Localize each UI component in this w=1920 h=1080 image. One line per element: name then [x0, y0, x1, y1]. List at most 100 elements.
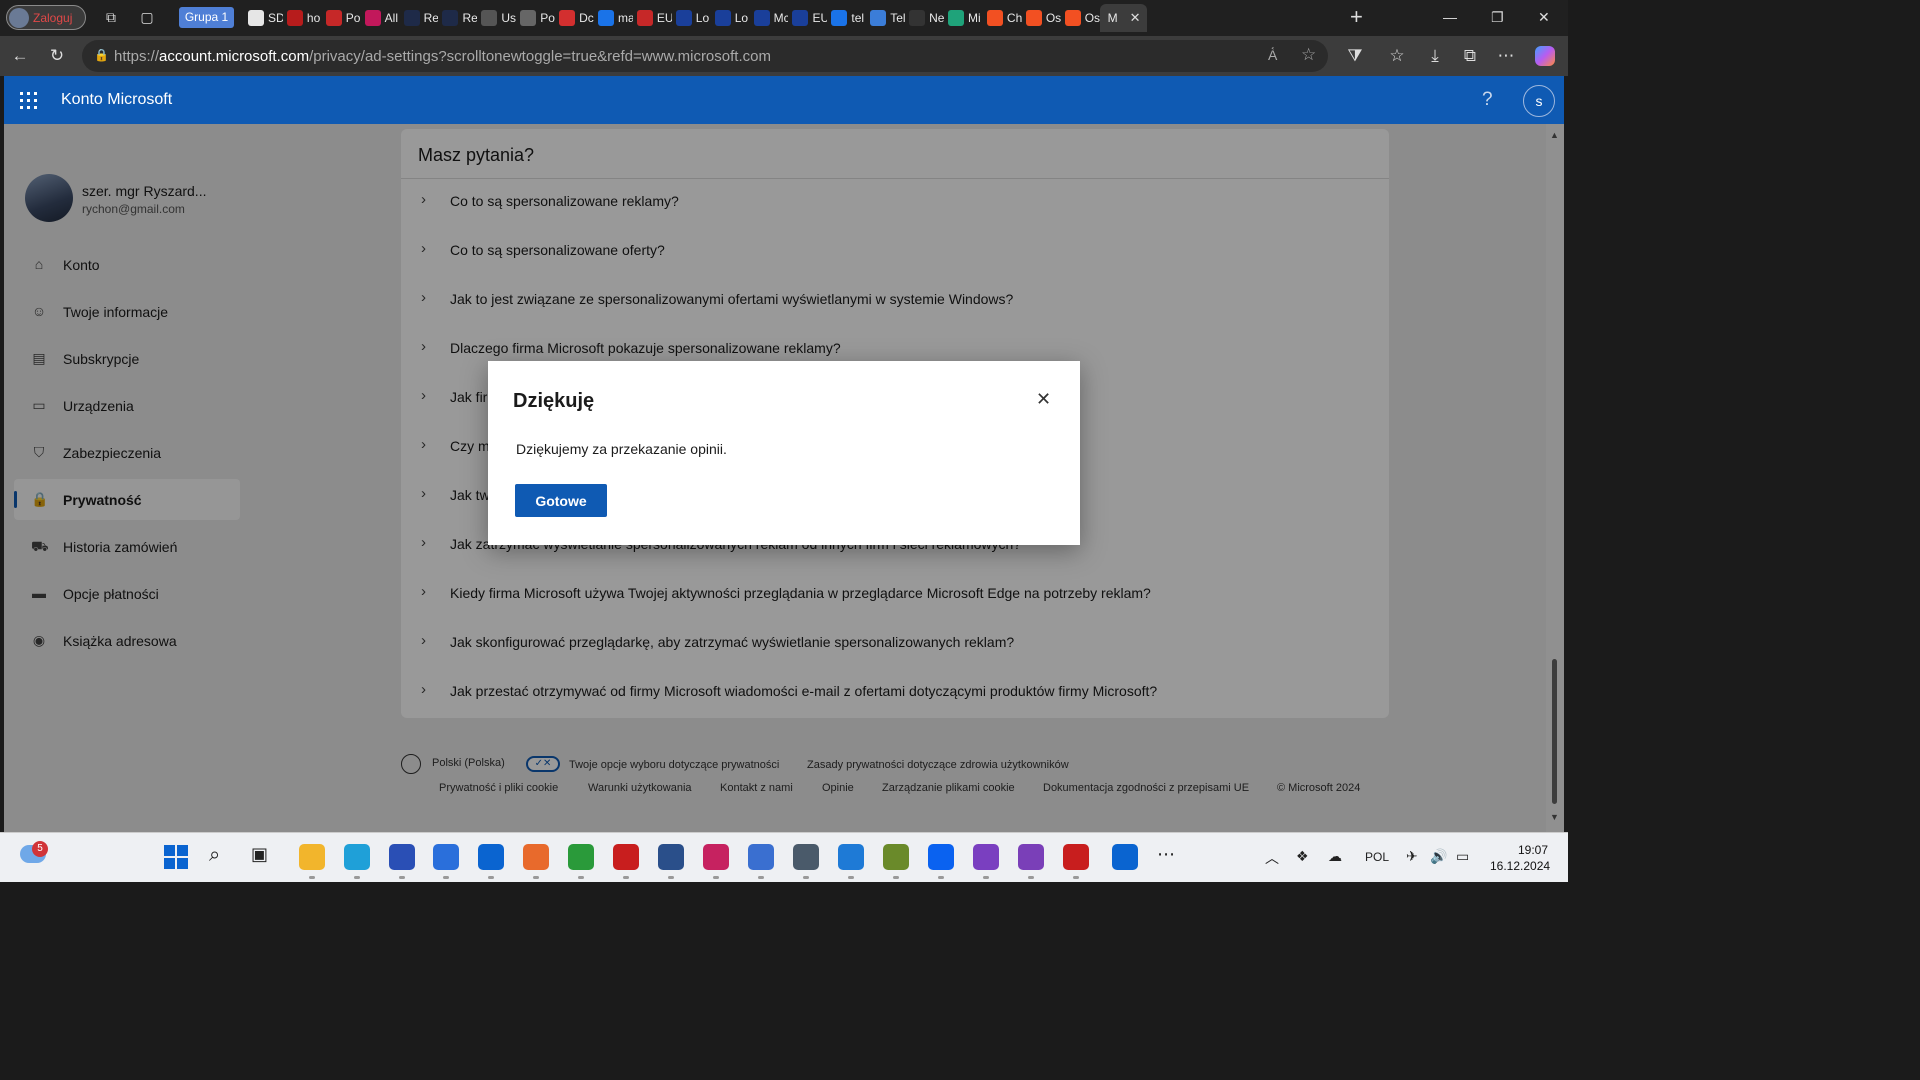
close-icon[interactable]: ✕: [1036, 389, 1051, 410]
browser-tab[interactable]: Lo: [672, 4, 711, 32]
tab-title: EU: [812, 11, 828, 25]
vscode-icon[interactable]: [838, 844, 864, 879]
browser-tab[interactable]: ma: [594, 4, 633, 32]
vertical-tabs-icon[interactable]: ▢: [138, 8, 156, 26]
rad-icon[interactable]: [1063, 844, 1089, 879]
defender-icon[interactable]: [1112, 844, 1138, 870]
more-icon[interactable]: ⋯: [1157, 844, 1183, 870]
tab-favicon-icon: [792, 10, 809, 26]
store-icon[interactable]: [433, 844, 459, 879]
browser-tab[interactable]: Po: [516, 4, 555, 32]
browser-tab[interactable]: tel: [827, 4, 866, 32]
tools-app-icon[interactable]: [883, 844, 909, 879]
browser-tab[interactable]: Ch: [983, 4, 1022, 32]
browser-tab[interactable]: Dc: [555, 4, 594, 32]
edge-icon[interactable]: [344, 844, 370, 879]
outlook-icon[interactable]: [478, 844, 504, 879]
github-desktop-icon[interactable]: [1018, 844, 1044, 879]
system-clock[interactable]: 19:07 16.12.2024: [1490, 842, 1550, 874]
more-menu-icon[interactable]: ⋯: [1495, 46, 1517, 66]
app-title[interactable]: Konto Microsoft: [61, 91, 172, 109]
volume-icon[interactable]: 🔊: [1430, 848, 1447, 865]
back-icon[interactable]: ←: [9, 46, 31, 66]
downloads-icon[interactable]: ⤓: [1424, 46, 1446, 66]
browser-tab[interactable]: Mi: [944, 4, 983, 32]
extensions-icon[interactable]: ⧩: [1344, 46, 1366, 66]
show-hidden-icons-icon[interactable]: ︿: [1265, 848, 1279, 868]
url-text: https://account.microsoft.com/privacy/ad…: [114, 48, 771, 65]
browser-tab[interactable]: Os: [1022, 4, 1061, 32]
browser-tab[interactable]: ho: [283, 4, 322, 32]
onedrive-tray-icon[interactable]: ☁: [1328, 848, 1342, 865]
new-tab-button[interactable]: +: [1350, 4, 1363, 30]
browser-tab[interactable]: Re: [400, 4, 438, 32]
browser-tab[interactable]: SD: [244, 4, 283, 32]
virtualbox-icon[interactable]: [658, 844, 684, 879]
dialog-title: Dziękuję: [513, 390, 595, 412]
browser-tab[interactable]: EU: [633, 4, 672, 32]
save-app-icon[interactable]: [389, 844, 415, 879]
browser-tab[interactable]: Tel: [866, 4, 905, 32]
browser-tab[interactable]: Re: [438, 4, 477, 32]
browser-tab[interactable]: Us: [477, 4, 516, 32]
browser-tab-active[interactable]: M ✕: [1099, 4, 1147, 32]
tab-title: Dc: [579, 11, 594, 25]
network-icon[interactable]: ✈: [1406, 848, 1418, 865]
acrobat-icon[interactable]: [613, 844, 639, 879]
input-language[interactable]: POL: [1365, 850, 1389, 864]
browser-toolbar: ← ↻ 🔒 https://account.microsoft.com/priv…: [0, 36, 1568, 76]
start-icon[interactable]: [163, 844, 189, 870]
browser-tab[interactable]: EU: [788, 4, 827, 32]
tab-favicon-icon: [675, 10, 692, 26]
taskbar: 5 ⌕ ▣ ⋯ ︿ ❖ ☁ POL ✈ 🔊 ▭ 19:07 16.12.2024: [0, 832, 1568, 882]
tab-title: Ne: [929, 11, 945, 25]
favorites-icon[interactable]: ☆: [1386, 46, 1408, 66]
paint-app-icon[interactable]: [703, 844, 729, 879]
read-aloud-icon[interactable]: A᷾: [1268, 47, 1277, 63]
browser-tab[interactable]: Os: [1061, 4, 1100, 32]
app-launcher-icon[interactable]: [20, 92, 37, 109]
tab-group-label[interactable]: Grupa 1: [179, 7, 234, 28]
profile-button[interactable]: Zaloguj: [6, 5, 86, 30]
browser-tab[interactable]: All: [361, 4, 400, 32]
tab-favicon-icon: [520, 10, 537, 26]
address-bar[interactable]: 🔒 https://account.microsoft.com/privacy/…: [82, 40, 1328, 72]
close-tab-icon[interactable]: ✕: [1130, 10, 1141, 26]
tor-icon[interactable]: [973, 844, 999, 879]
collections-icon[interactable]: ⧉: [1459, 46, 1481, 66]
browser-tab[interactable]: Mc: [750, 4, 788, 32]
tab-title: Po: [345, 11, 361, 25]
browser-tab[interactable]: Po: [322, 4, 361, 32]
minimize-button[interactable]: —: [1443, 9, 1457, 25]
tab-title: Tel: [890, 11, 906, 25]
network-app-icon[interactable]: [748, 844, 774, 879]
dropbox-icon[interactable]: [928, 844, 954, 879]
file-explorer-icon[interactable]: [299, 844, 325, 879]
tab-favicon-icon: [1064, 10, 1081, 26]
close-window-button[interactable]: ✕: [1538, 9, 1550, 26]
search-icon[interactable]: ⌕: [209, 844, 235, 870]
dropbox-tray-icon[interactable]: ❖: [1296, 848, 1309, 865]
favorite-star-icon[interactable]: ☆: [1301, 45, 1316, 65]
settings-icon[interactable]: [793, 844, 819, 879]
browser-tab[interactable]: Ne: [905, 4, 944, 32]
profile-label: Zaloguj: [33, 10, 73, 25]
battery-icon[interactable]: ▭: [1456, 848, 1469, 865]
restore-button[interactable]: ❐: [1491, 9, 1504, 26]
app-header: Konto Microsoft ? s: [4, 76, 1564, 124]
profile-avatar: [9, 7, 29, 28]
copilot-icon[interactable]: [1535, 46, 1555, 66]
tab-title: EU: [656, 11, 672, 25]
tab-title: M: [1107, 11, 1118, 25]
git-app-icon[interactable]: [523, 844, 549, 879]
done-button[interactable]: Gotowe: [515, 484, 607, 517]
workspaces-icon[interactable]: ⧉: [102, 8, 120, 26]
help-icon[interactable]: ?: [1482, 89, 1493, 111]
task-view-icon[interactable]: ▣: [251, 844, 277, 870]
refresh-icon[interactable]: ↻: [46, 46, 68, 66]
tab-title: Lo: [734, 11, 749, 25]
lock-icon[interactable]: 🔒: [94, 48, 109, 62]
browser-tab[interactable]: Lo: [711, 4, 750, 32]
account-avatar[interactable]: s: [1523, 85, 1555, 117]
xbox-icon[interactable]: [568, 844, 594, 879]
